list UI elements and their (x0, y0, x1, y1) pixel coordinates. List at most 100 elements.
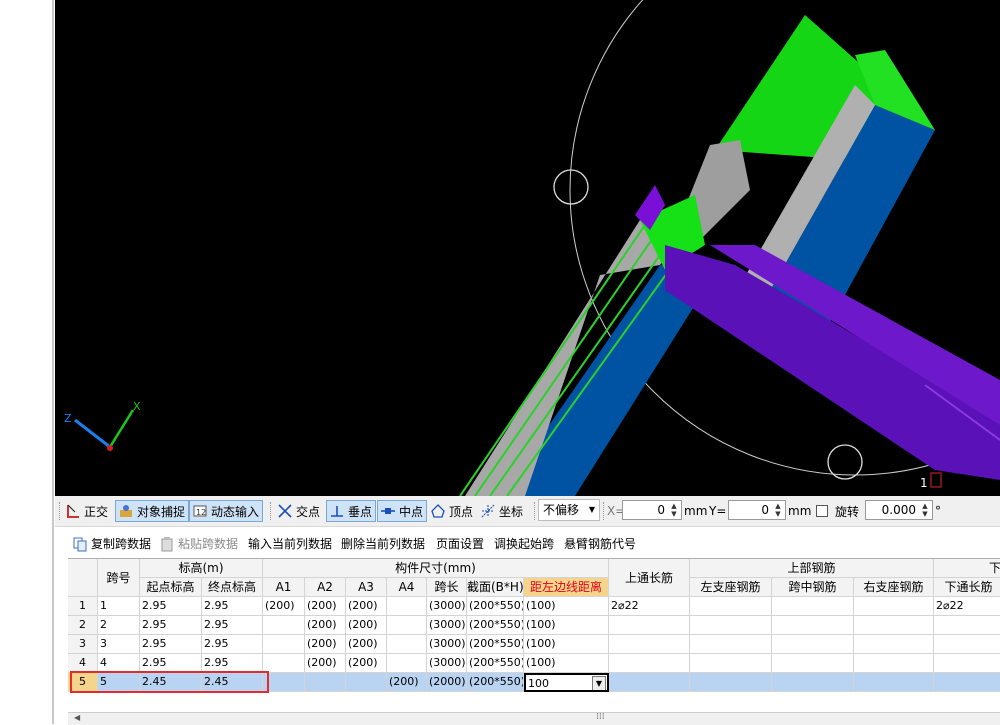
header-a3[interactable]: A3 (346, 578, 387, 597)
table-cell[interactable] (934, 654, 1000, 673)
table-cell[interactable] (854, 654, 934, 673)
table-cell[interactable]: (3000) (427, 616, 467, 635)
table-cell[interactable] (934, 673, 1000, 692)
ortho-button[interactable]: 正交 (65, 500, 108, 522)
table-cell[interactable]: 2⌀22 (934, 597, 1000, 616)
header-mid-span-rebar[interactable]: 跨中钢筋 (772, 578, 854, 597)
table-cell[interactable]: 2.95 (140, 635, 202, 654)
coordinate-snap-button[interactable]: 坐标 (480, 500, 523, 522)
paste-span-button[interactable]: 粘贴跨数据 (159, 535, 238, 552)
row-number[interactable]: 2 (68, 616, 98, 635)
table-cell[interactable] (387, 654, 427, 673)
table-cell[interactable]: (200*550) (467, 635, 524, 654)
header-a2[interactable]: A2 (305, 578, 346, 597)
table-cell[interactable]: (200) (346, 635, 387, 654)
table-cell[interactable]: (200*550) (467, 597, 524, 616)
header-end-elevation[interactable]: 终点标高 (202, 578, 263, 597)
table-cell[interactable]: (3000) (427, 635, 467, 654)
corner-header-cell[interactable] (68, 559, 98, 597)
table-cell[interactable] (263, 673, 305, 692)
rotate-checkbox[interactable] (816, 500, 828, 522)
table-cell[interactable] (772, 616, 854, 635)
panel-divider[interactable] (52, 0, 54, 724)
table-cell[interactable] (609, 654, 690, 673)
header-bottom-rebar[interactable]: 下 (934, 559, 1000, 578)
table-cell[interactable] (690, 635, 772, 654)
header-span-length[interactable]: 跨长 (427, 578, 467, 597)
table-cell[interactable]: (200) (346, 654, 387, 673)
header-right-support-rebar[interactable]: 右支座钢筋 (854, 578, 934, 597)
table-cell[interactable] (772, 597, 854, 616)
row-number[interactable]: 3 (68, 635, 98, 654)
header-top-rebar[interactable]: 上部钢筋 (690, 559, 934, 578)
header-start-elevation[interactable]: 起点标高 (140, 578, 202, 597)
table-cell[interactable] (346, 673, 387, 692)
table-cell[interactable]: 100 ▼ (524, 673, 609, 692)
table-cell[interactable]: 2.95 (202, 635, 263, 654)
table-cell[interactable]: (100) (524, 616, 609, 635)
table-cell[interactable] (854, 597, 934, 616)
y-spinner[interactable]: ▲ ▼ (772, 502, 784, 518)
table-cell[interactable] (854, 635, 934, 654)
chevron-down-icon[interactable]: ▼ (592, 676, 606, 690)
header-span-no[interactable]: 跨号 (98, 559, 140, 597)
table-cell[interactable] (772, 673, 854, 692)
header-a1[interactable]: A1 (263, 578, 305, 597)
table-cell[interactable]: (200) (305, 616, 346, 635)
table-cell[interactable] (387, 616, 427, 635)
row-number[interactable]: 1 (68, 597, 98, 616)
table-cell[interactable]: 2.95 (140, 616, 202, 635)
table-cell[interactable] (387, 597, 427, 616)
header-left-edge-distance[interactable]: 距左边线距离 (524, 578, 609, 597)
table-cell[interactable]: (2000) (427, 673, 467, 692)
table-cell[interactable] (854, 673, 934, 692)
table-cell[interactable]: (100) (524, 635, 609, 654)
table-cell[interactable]: 2.95 (202, 597, 263, 616)
dynamic-input-button[interactable]: 12 动态输入 (189, 500, 263, 522)
table-cell[interactable]: 3 (98, 635, 140, 654)
table-cell[interactable]: 2.95 (140, 597, 202, 616)
header-elevation[interactable]: 标高(m) (140, 559, 263, 578)
table-cell[interactable]: (200) (305, 654, 346, 673)
table-cell[interactable] (609, 616, 690, 635)
table-cell[interactable] (934, 616, 1000, 635)
table-cell[interactable] (690, 654, 772, 673)
header-bottom-through-rebar[interactable]: 下通长筋 (934, 578, 1000, 597)
header-top-through-rebar[interactable]: 上通长筋 (609, 559, 690, 597)
table-cell[interactable]: (200) (305, 635, 346, 654)
table-cell[interactable] (854, 616, 934, 635)
table-cell[interactable]: 1 (98, 597, 140, 616)
table-cell[interactable]: (200*550) (467, 654, 524, 673)
rotate-spinner[interactable]: ▲ ▼ (919, 502, 931, 518)
x-spinner[interactable]: ▲ ▼ (668, 502, 680, 518)
table-cell[interactable]: (200) (387, 673, 427, 692)
table-cell[interactable] (263, 654, 305, 673)
cantilever-rebar-code-button[interactable]: 悬臂钢筋代号 (564, 535, 636, 552)
object-snap-button[interactable]: 对象捕捉 (115, 500, 189, 522)
table-cell[interactable]: 2⌀22 (609, 597, 690, 616)
table-cell[interactable]: (100) (524, 597, 609, 616)
table-cell[interactable]: (3000) (427, 597, 467, 616)
intersection-snap-button[interactable]: 交点 (277, 500, 320, 522)
header-section[interactable]: 截面(B*H) (467, 578, 524, 597)
table-cell[interactable] (690, 616, 772, 635)
table-cell[interactable] (263, 616, 305, 635)
table-cell[interactable] (934, 635, 1000, 654)
table-cell[interactable] (772, 654, 854, 673)
scroll-grip[interactable]: ⁞⁞⁞ (596, 712, 605, 722)
horizontal-scrollbar[interactable]: ◀ ⁞⁞⁞ (68, 712, 1000, 725)
perpendicular-snap-button[interactable]: 垂点 (326, 500, 376, 522)
table-cell[interactable]: (200) (263, 597, 305, 616)
header-component-size[interactable]: 构件尺寸(mm) (263, 559, 609, 578)
copy-span-button[interactable]: 复制跨数据 (72, 535, 151, 552)
table-cell[interactable] (387, 635, 427, 654)
table-cell[interactable] (772, 635, 854, 654)
table-cell[interactable] (263, 635, 305, 654)
table-cell[interactable]: (200) (346, 616, 387, 635)
table-cell[interactable]: (100) (524, 654, 609, 673)
table-cell[interactable]: 2 (98, 616, 140, 635)
table-cell[interactable]: 2.95 (202, 616, 263, 635)
page-setup-button[interactable]: 页面设置 (436, 535, 484, 552)
header-a4[interactable]: A4 (387, 578, 427, 597)
input-column-button[interactable]: 输入当前列数据 (248, 535, 332, 552)
